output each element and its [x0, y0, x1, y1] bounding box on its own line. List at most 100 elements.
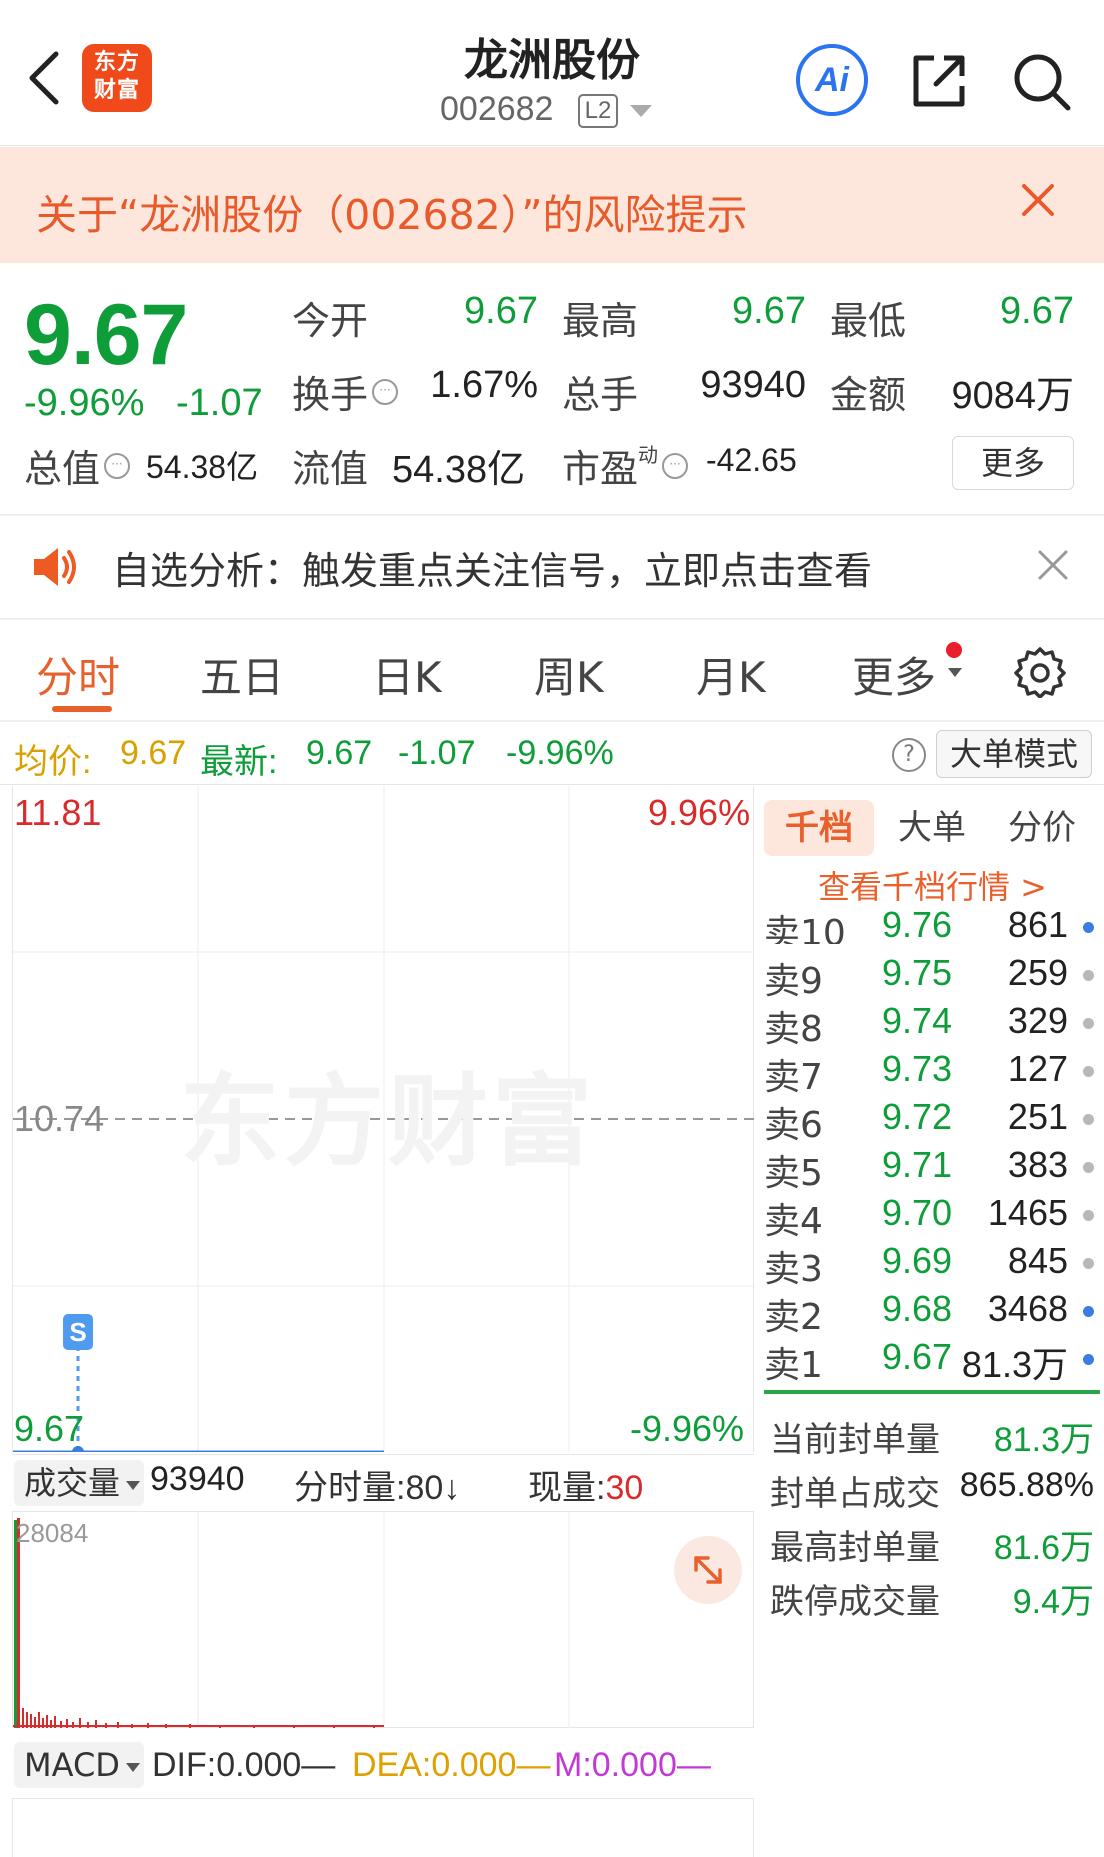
order-status-dot-icon [1083, 922, 1094, 933]
divider [0, 784, 1104, 785]
order-level-volume: 329 [1007, 1000, 1068, 1041]
order-level-price: 9.76 [882, 904, 953, 944]
avg-price-value: 9.67 [120, 734, 187, 772]
info-dots-icon[interactable]: ··· [104, 452, 131, 479]
pct-axis-top: 9.96% [648, 792, 751, 833]
macd-dea: DEA:0.000— [352, 1746, 551, 1784]
macd-m: M:0.000— [554, 1746, 711, 1784]
close-icon[interactable] [1036, 548, 1070, 582]
info-dots-icon[interactable]: ··· [372, 378, 399, 405]
order-status-dot-icon [1083, 1018, 1094, 1029]
order-level-price: 9.73 [882, 1048, 953, 1089]
order-book-row[interactable]: 卖8 9.74 329 [764, 1000, 1094, 1050]
back-arrow-icon[interactable] [26, 50, 62, 106]
order-level-name: 卖7 [764, 1057, 823, 1098]
current-price: 9.67 [24, 287, 188, 383]
view-thousand-level-link[interactable]: 查看千档行情 > [818, 862, 1047, 908]
tab-big-order[interactable]: 大单 [882, 800, 982, 856]
search-icon[interactable] [1010, 50, 1074, 114]
share-icon[interactable] [908, 50, 970, 112]
stock-name: 龙洲股份 [464, 35, 640, 86]
tab-monthly-k[interactable]: 月K [696, 644, 766, 705]
level2-badge[interactable]: L2 [578, 94, 618, 128]
volume-axis-max: 28084 [16, 1518, 89, 1548]
order-book-row[interactable]: 卖3 9.69 845 [764, 1240, 1094, 1290]
order-level-volume: 861 [1007, 904, 1068, 944]
risk-warning-text[interactable]: 关于“龙洲股份（002682）”的风险提示 [36, 181, 748, 241]
order-level-name: 卖5 [764, 1153, 823, 1194]
price-axis-mid: 10.74 [14, 1098, 105, 1139]
price-axis-bottom: 9.67 [14, 1408, 85, 1449]
expand-chart-button[interactable] [674, 1536, 742, 1604]
big-order-mode-button[interactable]: 大单模式 [936, 730, 1092, 778]
latest-price-value: 9.67 [306, 734, 373, 772]
open-value: 9.67 [464, 290, 538, 332]
order-level-volume: 383 [1007, 1144, 1068, 1185]
volume-indicator-selector[interactable]: 成交量 [14, 1460, 144, 1506]
info-dots-icon[interactable]: ··· [662, 452, 689, 479]
current-volume: 现量:30 [528, 1469, 644, 1507]
svg-text:S: S [69, 1317, 86, 1347]
tab-five-day[interactable]: 五日 [200, 644, 284, 705]
order-level-price: 9.70 [882, 1192, 953, 1233]
speaker-icon [34, 548, 76, 586]
tab-weekly-k[interactable]: 周K [534, 644, 604, 705]
order-level-name: 卖6 [764, 1105, 823, 1146]
chevron-down-icon [948, 668, 962, 677]
order-level-name: 卖9 [764, 961, 823, 1002]
float-cap-value: 54.38亿 [392, 449, 526, 491]
eastmoney-logo: 东方 财富 [82, 44, 152, 112]
order-book-row[interactable]: 卖7 9.73 127 [764, 1048, 1094, 1098]
order-book-row[interactable]: 卖2 9.68 3468 [764, 1288, 1094, 1338]
pct-axis-bottom: -9.96% [630, 1408, 745, 1449]
risk-warning-banner[interactable]: 关于“龙洲股份（002682）”的风险提示 [0, 147, 1104, 263]
divider [0, 514, 1104, 516]
macd-dif: DIF:0.000— [152, 1746, 336, 1784]
tab-more[interactable]: 更多 [852, 644, 936, 705]
order-level-name: 卖8 [764, 1009, 823, 1050]
order-book-row[interactable]: 卖9 9.75 259 [764, 952, 1094, 1002]
tab-thousand-level[interactable]: 千档 [764, 800, 874, 856]
order-book-row[interactable]: 卖5 9.71 383 [764, 1144, 1094, 1194]
stock-detail-screen: 东方 财富 龙洲股份 002682 L2 Ai 关于“龙洲股份（002682）”的… [0, 0, 1104, 1857]
order-book-row[interactable]: 卖4 9.70 1465 [764, 1192, 1094, 1242]
amount-label: 金额 [830, 373, 907, 417]
chevron-down-icon [125, 1762, 140, 1772]
watchlist-analysis-text[interactable]: 自选分析：触发重点关注信号，立即点击查看 [112, 540, 872, 595]
close-icon[interactable] [1018, 180, 1058, 220]
divider [0, 618, 1104, 620]
tab-intraday[interactable]: 分时 [36, 644, 120, 705]
order-book-row[interactable]: 卖10 9.76 861 [764, 904, 1094, 944]
more-quote-button[interactable]: 更多 [952, 436, 1074, 490]
order-book-row[interactable]: 卖1 9.67 81.3万 [764, 1336, 1094, 1386]
help-icon[interactable]: ? [892, 738, 926, 772]
sell-buy-divider [764, 1390, 1100, 1394]
ai-assistant-button[interactable]: Ai [796, 44, 868, 116]
stock-code: 002682 [440, 90, 554, 128]
order-level-volume: 251 [1007, 1096, 1068, 1137]
pe-value: -42.65 [706, 442, 797, 478]
order-book-row[interactable]: 卖6 9.72 251 [764, 1096, 1094, 1146]
order-status-dot-icon [1083, 970, 1094, 981]
volume-chart[interactable] [12, 1512, 754, 1728]
order-level-name: 卖10 [764, 913, 846, 944]
tab-daily-k[interactable]: 日K [372, 644, 442, 705]
gear-icon[interactable] [1014, 646, 1066, 698]
turnover-value: 1.67% [430, 364, 538, 406]
low-label: 最低 [830, 299, 907, 343]
macd-indicator-selector[interactable]: MACD [14, 1742, 144, 1788]
expand-icon [694, 1556, 722, 1584]
order-level-price: 9.69 [882, 1240, 953, 1281]
stock-switch-dropdown-icon[interactable] [630, 105, 652, 117]
order-status-dot-icon [1083, 1066, 1094, 1077]
order-level-name: 卖2 [764, 1297, 823, 1338]
notification-dot [946, 642, 962, 658]
tab-price-distribution[interactable]: 分价 [992, 800, 1092, 856]
divider [0, 720, 1104, 722]
active-tab-indicator [52, 706, 112, 712]
order-level-price: 9.68 [882, 1288, 953, 1329]
watermark: 东方财富 [180, 1063, 596, 1180]
order-level-volume: 127 [1007, 1048, 1068, 1089]
macd-chart[interactable] [12, 1798, 754, 1857]
per-minute-volume: 分时量:80↓ [294, 1469, 461, 1507]
